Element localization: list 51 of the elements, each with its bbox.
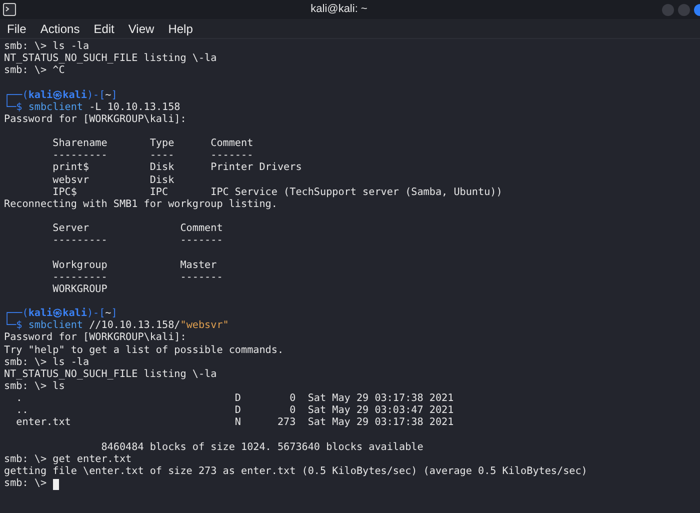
terminal-line: NT_STATUS_NO_SUCH_FILE listing \-la	[4, 368, 218, 381]
terminal-text: -L 10.10.13.158	[88, 102, 180, 114]
terminal-line: .. D 0 Sat May 29 03:03:47 2021	[15, 405, 455, 418]
prompt-frame: )-[	[86, 90, 106, 102]
prompt-frame: ┌──(	[4, 308, 28, 320]
terminal-line: --------- -------	[52, 272, 224, 284]
terminal-line: smb: \> get enter.txt	[4, 454, 133, 466]
terminal-line: Password for [WORKGROUP\kali]:	[4, 332, 188, 345]
terminal-line: smb: \> ls -la	[4, 41, 90, 54]
terminal-line: Password for [WORKGROUP\kali]:	[4, 114, 188, 126]
terminal-line: --------- ---- -------	[52, 150, 254, 162]
terminal-line: WORKGROUP	[52, 284, 108, 296]
terminal-line: Try "help" to get a list of possible commands.	[4, 344, 285, 357]
terminal-line: websvr Disk	[52, 174, 176, 187]
terminal-line: print$ Disk Printer Drivers	[52, 162, 303, 175]
terminal-text: ~	[105, 90, 112, 102]
terminal-line: smb: \> ls	[4, 380, 66, 394]
menu-item[interactable]: Edit	[94, 20, 114, 38]
terminal-line: enter.txt N 273 Sat May 29 03:17:38 2021	[15, 417, 455, 430]
quoted-argument: "websvr"	[180, 320, 229, 332]
terminal-line: smb: \> ^C	[4, 65, 66, 78]
window-title: kali@kali: ~	[310, 2, 368, 18]
prompt-frame: ┌──(	[4, 90, 28, 102]
prompt-frame: ]	[111, 90, 118, 102]
terminal-line: 8460484 blocks of size 1024. 5673640 blocks available	[100, 442, 424, 454]
terminal-line: smb: \> ls -la	[4, 356, 90, 369]
prompt-frame: └─$	[4, 102, 28, 114]
menu-item[interactable]: File	[7, 20, 26, 38]
terminal-line: Sharename Type Comment	[52, 138, 254, 150]
terminal-text: ~	[105, 308, 112, 320]
terminal-text: smb: \>	[4, 478, 48, 490]
command-name: smbclient	[28, 102, 84, 114]
prompt-user: kali㉿kali	[28, 308, 87, 320]
menu-item[interactable]: Actions	[40, 20, 80, 38]
menu-item[interactable]: View	[128, 20, 154, 38]
menu-item[interactable]: Help	[168, 20, 193, 38]
terminal-line: IPC$ IPC IPC Service (TechSupport server (Samba, Ubuntu))	[52, 186, 504, 199]
terminal-text: //10.10.13.158/	[88, 320, 180, 332]
terminal-line: Workgroup Master	[52, 260, 218, 272]
prompt-user: kali㉿kali	[28, 90, 87, 102]
terminal-line: --------- -------	[52, 235, 224, 248]
terminal-icon[interactable]	[3, 3, 16, 16]
terminal-line: Reconnecting with SMB1 for workgroup listing.	[4, 198, 278, 211]
command-name: smbclient	[28, 320, 84, 332]
prompt-frame: ]	[111, 308, 118, 320]
terminal-line: . D 0 Sat May 29 03:17:38 2021	[15, 393, 455, 406]
terminal-line: NT_STATUS_NO_SUCH_FILE listing \-la	[4, 53, 218, 65]
prompt-frame: )-[	[86, 308, 106, 320]
terminal-line: getting file \enter.txt of size 273 as enter.txt (0.5 KiloBytes/sec) (average 0.5 KiloBytes/sec)	[4, 466, 588, 478]
prompt-frame: └─$	[4, 320, 28, 332]
terminal-line: Server Comment	[52, 223, 224, 236]
